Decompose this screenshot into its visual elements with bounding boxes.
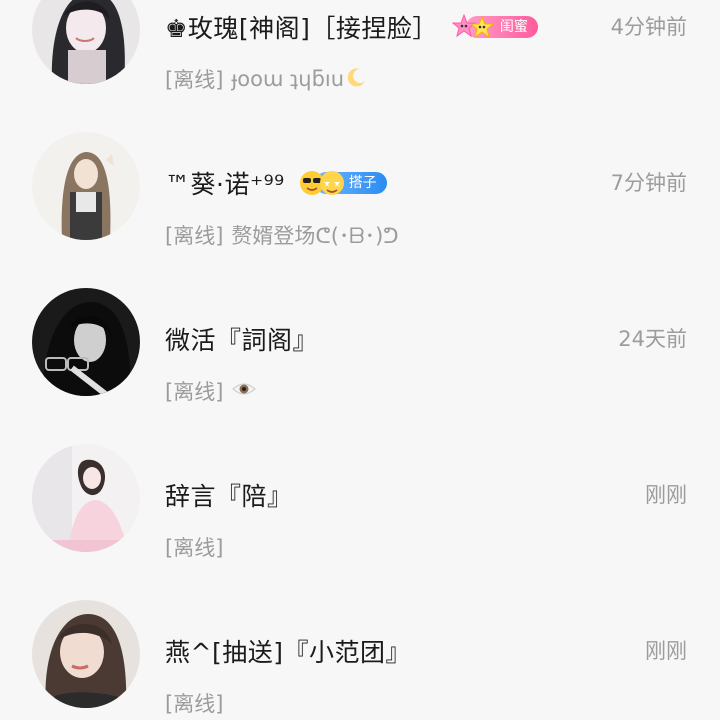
contact-row[interactable]: 燕^[抽送]『小范团』 刚刚 [离线]: [0, 523, 720, 716]
last-seen-time: 刚刚: [645, 639, 687, 663]
relationship-badge: 搭子: [299, 168, 387, 198]
last-seen-time: 4分钟前: [610, 15, 687, 39]
contact-name-line: ♚玫瑰[神阁]［接捏脸］ 闺蜜: [165, 7, 538, 47]
contact-name: ♚玫瑰[神阁]［接捏脸］: [165, 14, 438, 43]
avatar[interactable]: [32, 600, 140, 708]
relationship-badge: 闺蜜: [451, 12, 538, 42]
status-label: [离线]: [165, 692, 224, 716]
contact-name-line: 辞言『陪』: [165, 475, 293, 515]
contact-row[interactable]: ™葵·诺⁺⁹⁹ 搭子 7分钟前 [离线] 赘婿登场ᕦ(･ᗷ･)ᕤ: [0, 55, 720, 248]
last-seen-time: 24天前: [618, 327, 687, 351]
contact-name: 燕^[抽送]『小范团』: [165, 638, 411, 667]
contact-row[interactable]: ♚玫瑰[神阁]［接捏脸］ 闺蜜 4分钟前 [离线] ɟooɯ ʇɥƃıu: [0, 0, 720, 92]
contact-row[interactable]: 辞言『陪』 刚刚 [离线]: [0, 367, 720, 560]
contact-name-line: 燕^[抽送]『小范团』: [165, 631, 411, 671]
sunglasses-emoji-icon: [299, 168, 345, 198]
contact-list: ♚玫瑰[神阁]［接捏脸］ 闺蜜 4分钟前 [离线] ɟooɯ ʇɥƃıu ™葵·…: [0, 0, 720, 716]
last-seen-time: 刚刚: [645, 483, 687, 507]
contact-name: 辞言『陪』: [165, 482, 293, 511]
contact-name-line: 微活『詞阁』: [165, 319, 318, 359]
contact-name: 微活『詞阁』: [165, 326, 319, 355]
status-line: [离线]: [165, 686, 223, 720]
contact-row[interactable]: 微活『詞阁』 24天前 [离线]: [0, 211, 720, 404]
sparkle-stars-icon: [451, 12, 496, 42]
last-seen-time: 7分钟前: [610, 171, 687, 195]
contact-name-line: ™葵·诺⁺⁹⁹ 搭子: [165, 163, 387, 203]
contact-name: ™葵·诺⁺⁹⁹: [165, 170, 285, 199]
